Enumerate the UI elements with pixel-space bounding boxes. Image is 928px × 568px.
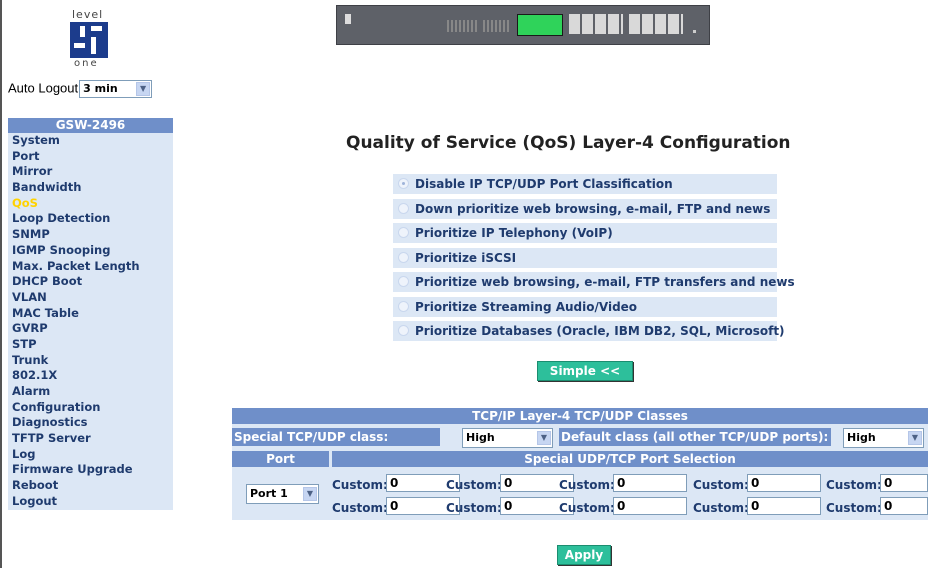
sidebar-item-diagnostics[interactable]: Diagnostics [8,415,173,432]
sidebar-item-max-packet-length[interactable]: Max. Packet Length [8,258,173,275]
radio-icon[interactable] [398,276,409,287]
qos-option-streaming[interactable]: Prioritize Streaming Audio/Video [393,296,777,317]
sidebar-item-logout[interactable]: Logout [8,493,173,510]
custom-label: Custom: [693,501,749,515]
auto-logout: Auto Logout 3 min ▼ [8,80,153,98]
port-column-header: Port [232,451,329,467]
qos-option-databases[interactable]: Prioritize Databases (Oracle, IBM DB2, S… [393,321,785,341]
brand-mark-icon [70,22,108,58]
qos-option-label: Prioritize Databases (Oracle, IBM DB2, S… [415,324,785,338]
radio-icon[interactable] [398,325,409,336]
radio-icon[interactable] [398,300,409,312]
custom-label: Custom: [559,478,615,492]
qos-option-label: Prioritize iSCSI [415,250,517,265]
auto-logout-select[interactable]: 3 min ▼ [79,80,153,98]
brand-logo: level one [60,8,120,72]
sidebar-item-log[interactable]: Log [8,446,173,463]
custom-port-input[interactable]: 0 [613,497,687,515]
sidebar-item-dhcp-boot[interactable]: DHCP Boot [8,274,173,290]
sidebar-item-mirror[interactable]: Mirror [8,164,173,181]
qos-option-voip[interactable]: Prioritize IP Telephony (VoIP) [393,223,777,243]
sidebar-item-igmp-snooping[interactable]: IGMP Snooping [8,242,173,259]
qos-option-iscsi[interactable]: Prioritize iSCSI [393,247,777,268]
page-title: Quality of Service (QoS) Layer-4 Configu… [346,133,791,153]
custom-label: Custom: [446,501,502,515]
custom-label: Custom: [332,478,388,492]
sidebar-item-bandwidth[interactable]: Bandwidth [8,180,173,196]
radio-icon[interactable] [398,202,409,214]
frame-divider [0,0,2,568]
sidebar-item-snmp[interactable]: SNMP [8,227,173,243]
port-selection-header: Special UDP/TCP Port Selection [332,451,928,467]
apply-button[interactable]: Apply [557,545,611,565]
qos-option-label: Prioritize Streaming Audio/Video [415,299,638,314]
sidebar-menu: GSW-2496 System Port Mirror Bandwidth Qo… [8,118,173,510]
custom-label: Custom: [332,501,388,515]
qos-option-label: Prioritize IP Telephony (VoIP) [415,226,613,240]
custom-port-input[interactable]: 0 [613,474,687,492]
custom-port-input[interactable]: 0 [880,497,928,515]
chevron-down-icon[interactable]: ▼ [136,82,151,96]
sidebar-item-gvrp[interactable]: GVRP [8,321,173,337]
sidebar-header: GSW-2496 [8,118,173,133]
qos-option-prioritize-web[interactable]: Prioritize web browsing, e-mail, FTP tra… [393,272,795,292]
custom-label: Custom: [693,478,749,492]
sidebar-item-mac-table[interactable]: MAC Table [8,305,173,322]
custom-label: Custom: [826,478,882,492]
radio-icon[interactable] [398,227,409,238]
sidebar-item-port[interactable]: Port [8,148,173,165]
sidebar-item-configuration[interactable]: Configuration [8,399,173,416]
sidebar-item-stp[interactable]: STP [8,336,173,353]
sidebar-item-8021x[interactable]: 802.1X [8,368,173,384]
custom-port-input[interactable]: 0 [747,497,821,515]
qos-option-list: Disable IP TCP/UDP Port Classification D… [393,174,795,346]
special-class-label: Special TCP/UDP class: [232,428,440,446]
sidebar-item-reboot[interactable]: Reboot [8,478,173,494]
sidebar-item-alarm[interactable]: Alarm [8,384,173,400]
qos-option-disable[interactable]: Disable IP TCP/UDP Port Classification [393,174,777,194]
qos-option-label: Disable IP TCP/UDP Port Classification [415,177,673,191]
custom-label: Custom: [559,501,615,515]
tcp-udp-classes-table: TCP/IP Layer-4 TCP/UDP Classes Special T… [232,408,928,520]
radio-selected-icon[interactable] [398,178,409,189]
switch-front-panel-image [336,5,710,45]
special-class-value: High [466,431,495,444]
chevron-down-icon[interactable]: ▼ [908,431,922,445]
sidebar-item-system[interactable]: System [8,133,173,149]
sidebar-item-trunk[interactable]: Trunk [8,352,173,369]
chevron-down-icon[interactable]: ▼ [303,487,317,501]
default-class-value: High [847,431,876,444]
sidebar-item-tftp-server[interactable]: TFTP Server [8,431,173,447]
qos-option-label: Prioritize web browsing, e-mail, FTP tra… [415,275,795,289]
auto-logout-label: Auto Logout [8,80,79,96]
sidebar-item-vlan[interactable]: VLAN [8,289,173,306]
brand-top-text: level [72,8,104,21]
port-select[interactable]: Port 1 ▼ [246,484,319,504]
brand-bottom-text: one [74,58,99,69]
special-class-select[interactable]: High ▼ [462,428,553,448]
table-title: TCP/IP Layer-4 TCP/UDP Classes [232,408,928,424]
custom-label: Custom: [446,478,502,492]
custom-port-input[interactable]: 0 [747,474,821,492]
sidebar-item-qos[interactable]: QoS [8,195,173,212]
default-class-label: Default class (all other TCP/UDP ports): [559,428,831,446]
custom-label: Custom: [826,501,882,515]
auto-logout-value: 3 min [83,82,118,95]
qos-option-down-prioritize-web[interactable]: Down prioritize web browsing, e-mail, FT… [393,198,777,219]
port-value: Port 1 [250,487,288,500]
radio-icon[interactable] [398,251,409,263]
qos-option-label: Down prioritize web browsing, e-mail, FT… [415,201,771,216]
default-class-select[interactable]: High ▼ [843,428,924,448]
simple-button[interactable]: Simple << [537,361,633,381]
custom-port-input[interactable]: 0 [880,474,928,492]
sidebar-item-loop-detection[interactable]: Loop Detection [8,211,173,228]
chevron-down-icon[interactable]: ▼ [537,431,551,445]
sidebar-item-firmware-upgrade[interactable]: Firmware Upgrade [8,462,173,479]
